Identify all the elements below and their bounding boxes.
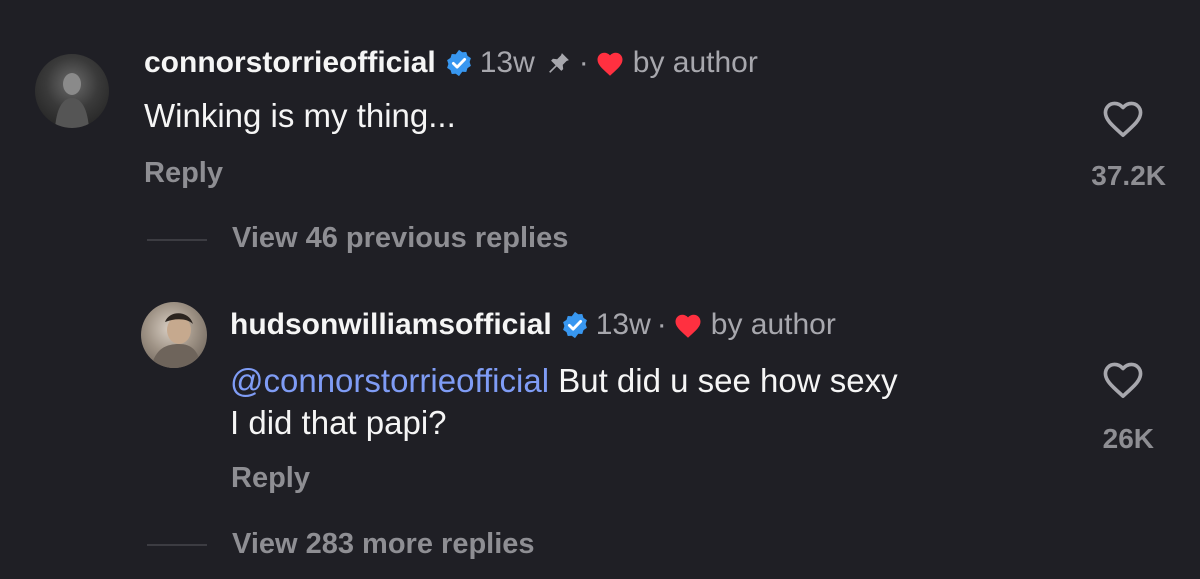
like-heart-icon[interactable] xyxy=(1100,358,1146,400)
verified-badge-icon xyxy=(562,311,587,339)
verified-badge-icon xyxy=(446,49,471,77)
avatar[interactable] xyxy=(35,54,109,128)
reply-avatar[interactable] xyxy=(141,302,207,368)
like-count: 37.2K xyxy=(1091,160,1166,191)
view-previous-replies-button[interactable]: View 46 previous replies xyxy=(232,222,568,255)
comment-header: connorstorrieofficial 13w · by author xyxy=(144,46,758,80)
heart-filled-icon xyxy=(675,314,701,338)
separator-dot: · xyxy=(656,308,667,341)
comment-age: 13w xyxy=(479,46,535,79)
comment-username[interactable]: connorstorrieofficial xyxy=(144,46,436,80)
comment-text: Winking is my thing... xyxy=(144,97,456,134)
reply-button[interactable]: Reply xyxy=(144,157,223,190)
reply-button[interactable]: Reply xyxy=(231,462,310,495)
like-count: 26K xyxy=(1102,423,1154,454)
thread-divider-line xyxy=(147,239,207,241)
reply-username[interactable]: hudsonwilliamsofficial xyxy=(230,308,552,342)
pin-icon xyxy=(548,53,569,73)
reply-header: hudsonwilliamsofficial 13w · by author xyxy=(230,308,836,342)
reply-text-line2: I did that papi? xyxy=(230,404,447,441)
avatar-photo xyxy=(55,73,89,128)
mention-link[interactable]: @connorstorrieofficial xyxy=(230,362,549,399)
separator-dot: · xyxy=(578,46,589,79)
liked-by-author-label: by author xyxy=(632,46,758,79)
thread-divider-line xyxy=(147,544,207,546)
reply-text: @connorstorrieofficial But did u see how… xyxy=(230,360,898,444)
heart-filled-icon xyxy=(597,52,623,76)
reply-age: 13w xyxy=(595,308,651,341)
avatar-photo xyxy=(151,313,201,368)
liked-by-author-label: by author xyxy=(710,308,836,341)
like-heart-icon[interactable] xyxy=(1100,97,1146,139)
reply-text-line1: But did u see how sexy xyxy=(558,362,898,399)
view-more-replies-button[interactable]: View 283 more replies xyxy=(232,528,535,561)
